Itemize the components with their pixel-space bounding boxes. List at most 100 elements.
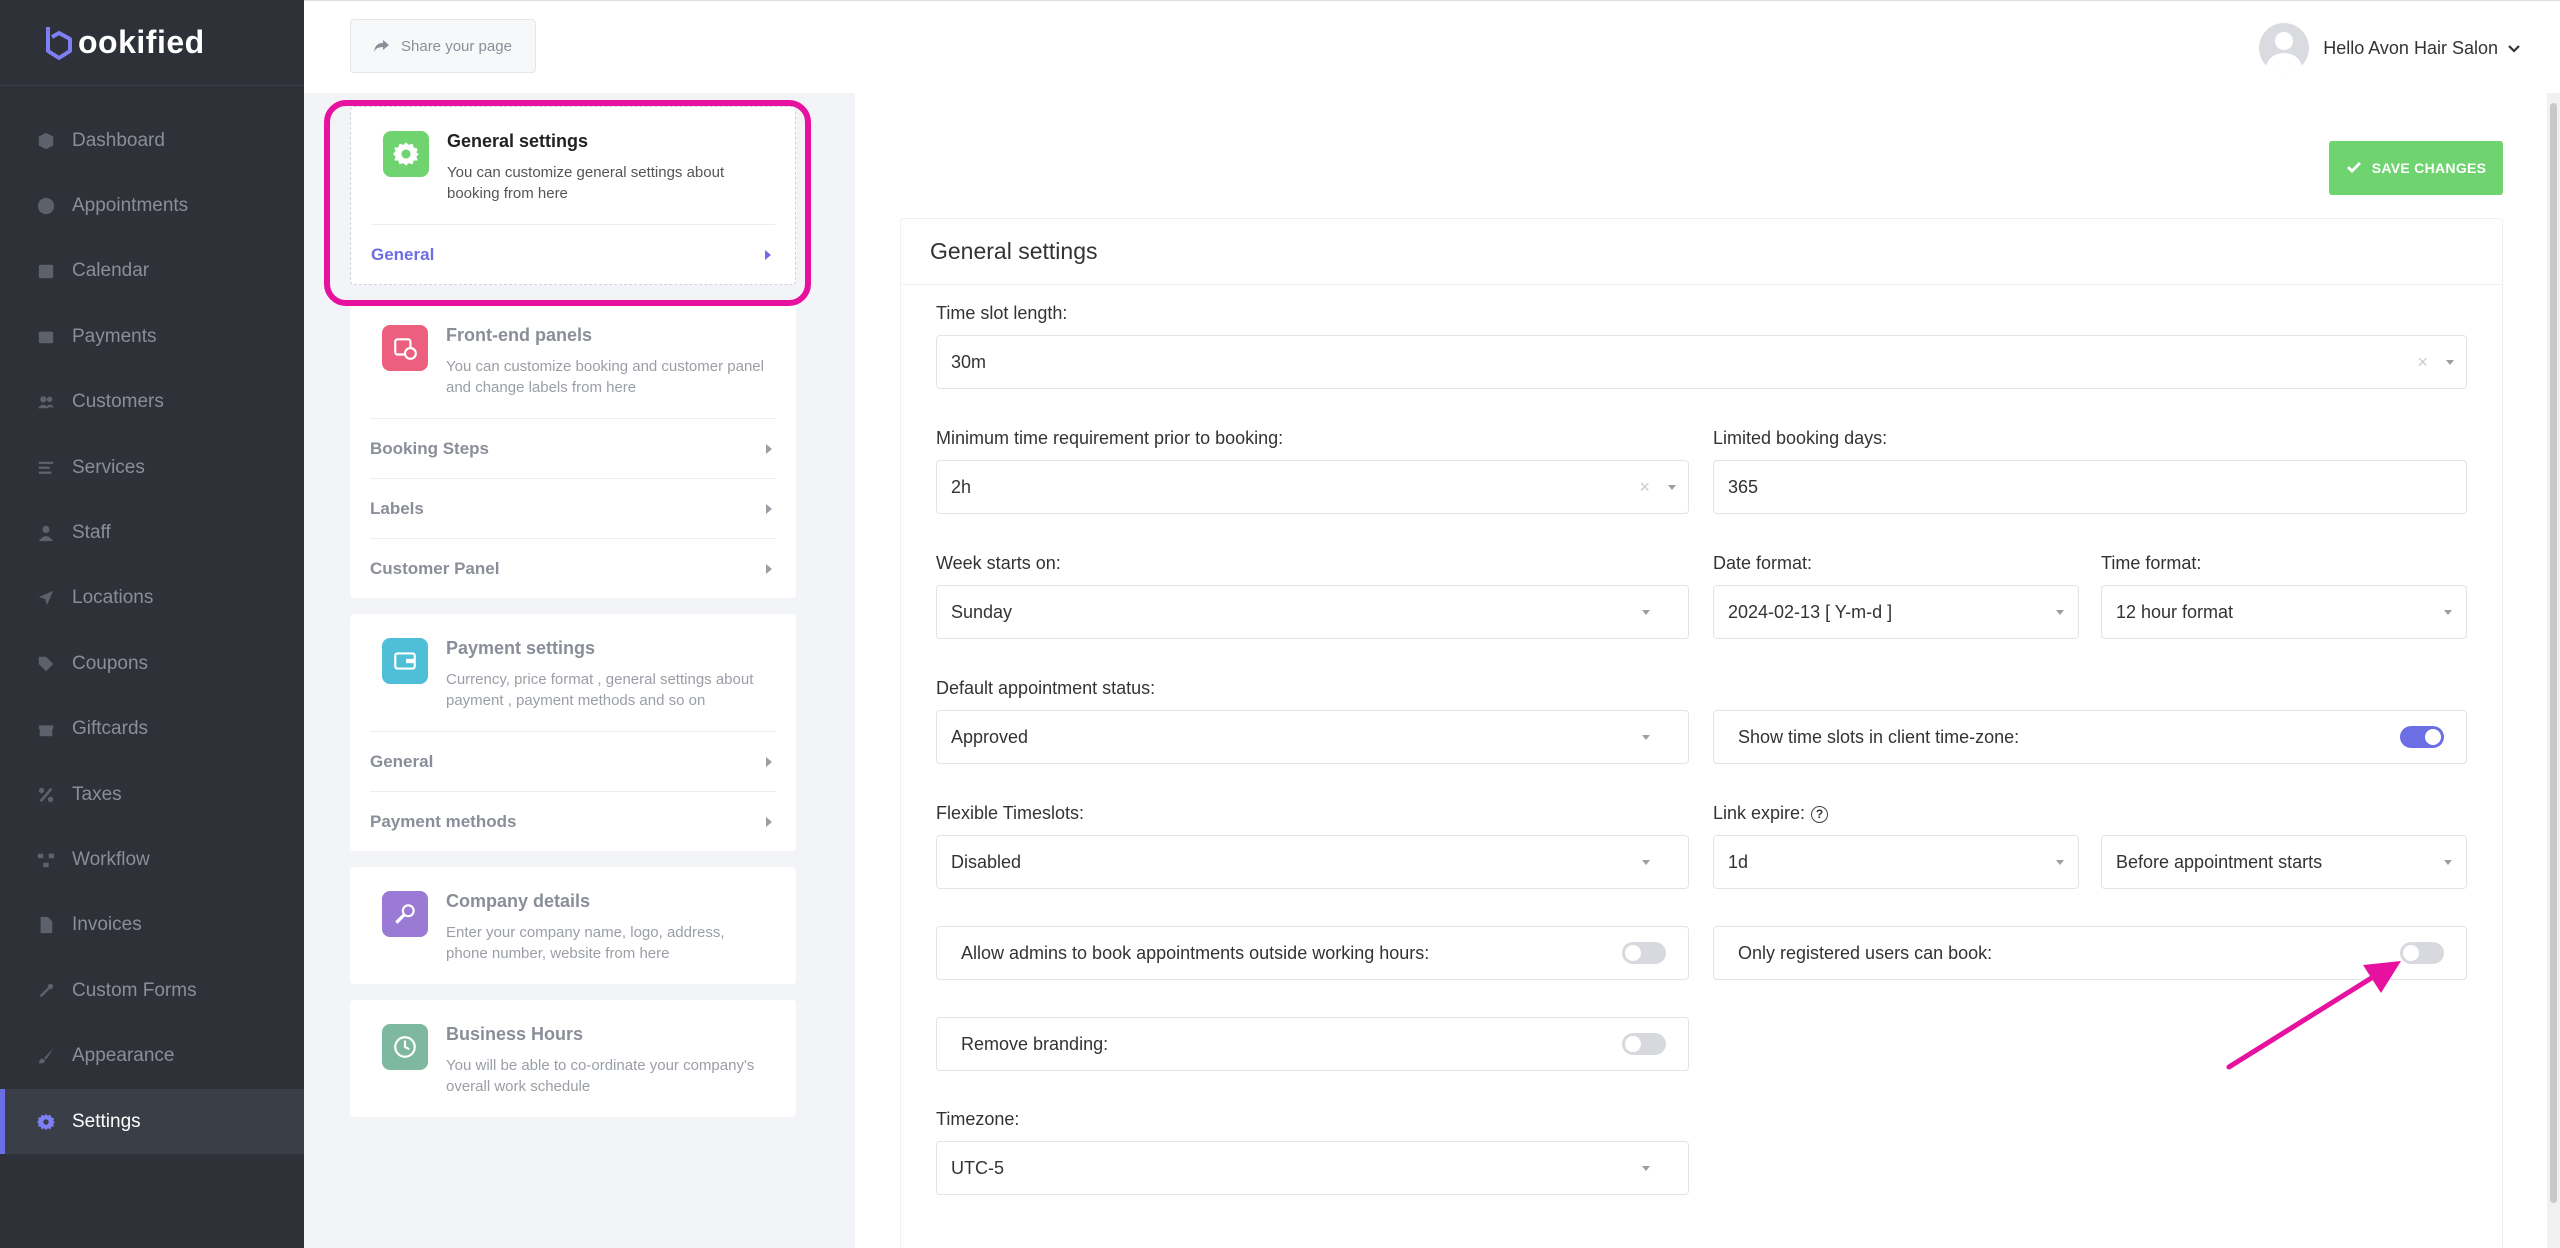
caret-right-icon — [766, 816, 772, 827]
allow-admins-label: Allow admins to book appointments outsid… — [961, 942, 1430, 963]
remove-branding-label: Remove branding: — [961, 1033, 1109, 1054]
sidebar-item-label: Dashboard — [72, 129, 165, 151]
list-icon — [36, 458, 56, 478]
time-slot-length-label: Time slot length: — [936, 303, 1068, 323]
time-format-label: Time format: — [2101, 553, 2202, 573]
sidebar-item-custom-forms[interactable]: Custom Forms — [0, 958, 304, 1023]
user-greeting: Hello Avon Hair Salon — [2323, 37, 2498, 58]
percent-icon — [36, 785, 56, 805]
link-label: Labels — [370, 498, 424, 518]
select-value: 12 hour format — [2116, 601, 2234, 622]
question-circle-icon[interactable]: ? — [1811, 805, 1829, 823]
clear-icon[interactable]: × — [1639, 477, 1650, 498]
panel-title: General settings — [901, 219, 2502, 285]
link-payment-general[interactable]: General — [370, 731, 776, 791]
link-expire-label-row: Link expire:? — [1713, 803, 1829, 824]
sidebar-item-calendar[interactable]: Calendar — [0, 239, 304, 304]
time-slot-length-select[interactable]: 30m × — [936, 335, 2467, 389]
sidebar-item-appearance[interactable]: Appearance — [0, 1023, 304, 1088]
highlight-annotation — [324, 100, 811, 306]
caret-down-icon — [1642, 734, 1650, 740]
caret-down-icon — [1642, 1165, 1650, 1171]
avatar — [2259, 23, 2310, 73]
timezone-select[interactable]: UTC-5 — [936, 1141, 1689, 1195]
scrollbar[interactable] — [2547, 93, 2560, 1248]
only-registered-label: Only registered users can book: — [1738, 942, 1993, 963]
input-value: 365 — [1728, 476, 1759, 497]
sidebar-item-appointments[interactable]: Appointments — [0, 173, 304, 238]
gift-icon — [36, 719, 56, 739]
share-label: Share your page — [401, 37, 512, 55]
card-header: Front-end panels You can customize booki… — [370, 301, 776, 418]
logo-text: ookified — [78, 24, 205, 60]
chevron-down-icon — [2508, 45, 2520, 53]
week-starts-select[interactable]: Sunday — [936, 585, 1689, 639]
link-expire-select[interactable]: 1d — [1713, 835, 2079, 889]
sidebar-item-customers[interactable]: Customers — [0, 370, 304, 435]
sidebar-item-label: Invoices — [72, 914, 142, 936]
sidebar-item-settings[interactable]: Settings — [0, 1088, 304, 1155]
card-company-details[interactable]: Company details Enter your company name,… — [350, 867, 796, 984]
clear-icon[interactable]: × — [2417, 352, 2428, 373]
sidebar-item-invoices[interactable]: Invoices — [0, 893, 304, 958]
client-timezone-toggle[interactable] — [2400, 726, 2444, 748]
select-value: 30m — [951, 351, 987, 372]
caret-down-icon — [2444, 609, 2452, 615]
select-value: UTC-5 — [951, 1157, 1004, 1178]
sidebar-item-taxes[interactable]: Taxes — [0, 762, 304, 827]
flexible-timeslots-select[interactable]: Disabled — [936, 835, 1689, 889]
only-registered-toggle[interactable] — [2400, 942, 2444, 964]
sidebar-item-workflow[interactable]: Workflow — [0, 827, 304, 892]
select-value: 2024-02-13 [ Y-m-d ] — [1728, 601, 1893, 622]
time-format-select[interactable]: 12 hour format — [2101, 585, 2467, 639]
sidebar-item-locations[interactable]: Locations — [0, 566, 304, 631]
card-front-end-panels: Front-end panels You can customize booki… — [350, 301, 796, 598]
sidebar-item-label: Appearance — [72, 1045, 175, 1067]
allow-admins-toggle[interactable] — [1622, 942, 1666, 964]
default-status-select[interactable]: Approved — [936, 710, 1689, 764]
card-description: Currency, price format , general setting… — [446, 671, 754, 709]
tag-icon — [36, 654, 56, 674]
wrench-icon — [382, 891, 428, 937]
scrollbar-thumb[interactable] — [2550, 103, 2557, 1203]
link-expire-relative-select[interactable]: Before appointment starts — [2101, 835, 2467, 889]
select-value: Sunday — [951, 601, 1013, 622]
card-business-hours[interactable]: Business Hours You will be able to co-or… — [350, 1000, 796, 1117]
sidebar-item-label: Staff — [72, 522, 111, 544]
cube-icon — [36, 131, 56, 151]
limited-booking-days-input[interactable]: 365 — [1713, 460, 2467, 514]
top-bar: Share your page Hello Avon Hair Salon — [304, 0, 2560, 93]
sidebar-item-services[interactable]: Services — [0, 435, 304, 500]
min-time-select[interactable]: 2h × — [936, 460, 1689, 514]
link-customer-panel[interactable]: Customer Panel — [370, 538, 776, 598]
min-time-label: Minimum time requirement prior to bookin… — [936, 428, 1284, 448]
date-format-label: Date format: — [1713, 553, 1813, 573]
sidebar-item-payments[interactable]: Payments — [0, 304, 304, 369]
sidebar-item-coupons[interactable]: Coupons — [0, 631, 304, 696]
check-icon — [2346, 162, 2361, 173]
caret-right-icon — [766, 756, 772, 767]
caret-down-icon — [2446, 359, 2454, 365]
card-title: Front-end panels — [446, 325, 593, 345]
share-page-button[interactable]: Share your page — [350, 19, 536, 73]
card-header: Payment settings Currency, price format … — [370, 614, 776, 731]
sidebar-item-dashboard[interactable]: Dashboard — [0, 108, 304, 173]
caret-right-icon — [766, 443, 772, 454]
logo[interactable]: ookified — [0, 0, 304, 86]
card-description: You will be able to co-ordinate your com… — [446, 1057, 755, 1095]
user-menu[interactable]: Hello Avon Hair Salon — [2259, 23, 2520, 73]
select-value: 1d — [1728, 851, 1749, 872]
save-changes-button[interactable]: SAVE CHANGES — [2329, 141, 2503, 195]
sidebar-item-giftcards[interactable]: Giftcards — [0, 697, 304, 762]
sidebar-item-staff[interactable]: Staff — [0, 500, 304, 565]
link-payment-methods[interactable]: Payment methods — [370, 791, 776, 851]
card-header: Company details Enter your company name,… — [370, 867, 776, 984]
link-labels[interactable]: Labels — [370, 478, 776, 538]
remove-branding-toggle[interactable] — [1622, 1033, 1666, 1055]
link-booking-steps[interactable]: Booking Steps — [370, 418, 776, 478]
flexible-timeslots-label: Flexible Timeslots: — [936, 803, 1085, 823]
date-format-select[interactable]: 2024-02-13 [ Y-m-d ] — [1713, 585, 2079, 639]
wallet-icon — [36, 327, 56, 347]
clock-icon — [36, 196, 56, 216]
select-value: 2h — [951, 476, 972, 497]
